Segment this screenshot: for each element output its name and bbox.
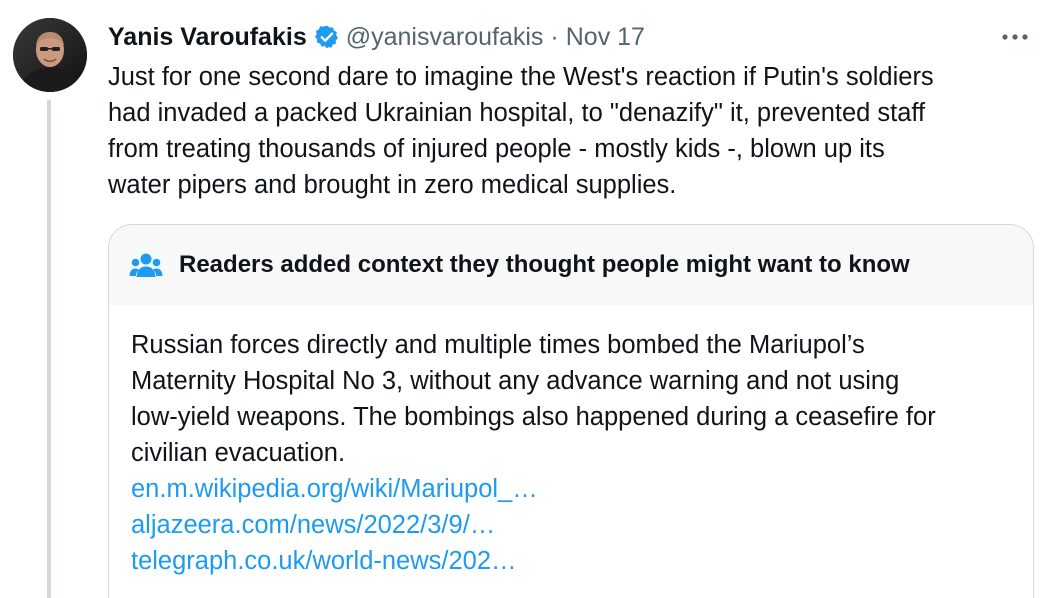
tweet-text-line: had invaded a packed Ukrainian hospital,…: [108, 99, 926, 127]
note-text-line: civilian evacuation.: [131, 439, 346, 467]
people-icon: [129, 250, 163, 280]
author-handle[interactable]: @yanisvaroufakis: [346, 23, 544, 52]
source-link-wikipedia[interactable]: en.m.wikipedia.org/wiki/Mariupol_…: [131, 471, 1033, 507]
note-text-line: Maternity Hospital No 3, without any adv…: [131, 367, 900, 395]
tweet-text-line: from treating thousands of injured peopl…: [108, 135, 885, 163]
note-text-line: low-yield weapons. The bombings also hap…: [131, 403, 936, 431]
source-link-telegraph[interactable]: telegraph.co.uk/world-news/202…: [131, 543, 1033, 579]
tweet-date[interactable]: Nov 17: [566, 23, 645, 52]
tweet-page: Yanis Varoufakis @yanisvaroufakis · Nov …: [0, 0, 1048, 598]
author-name[interactable]: Yanis Varoufakis: [108, 23, 307, 52]
tweet-text-line: Just for one second dare to imagine the …: [108, 63, 934, 91]
source-link-aljazeera[interactable]: aljazeera.com/news/2022/3/9/…: [131, 507, 1033, 543]
community-note-title: Readers added context they thought peopl…: [179, 251, 910, 278]
community-note-card: Readers added context they thought peopl…: [108, 224, 1034, 598]
community-note-body: Russian forces directly and multiple tim…: [109, 305, 1033, 579]
tweet-header: Yanis Varoufakis @yanisvaroufakis · Nov …: [108, 20, 1032, 54]
avatar[interactable]: [13, 18, 87, 92]
separator-dot: ·: [550, 22, 559, 51]
more-options-icon[interactable]: [998, 22, 1032, 52]
community-note-header: Readers added context they thought peopl…: [109, 225, 1033, 305]
note-text-line: Russian forces directly and multiple tim…: [131, 331, 865, 359]
tweet-text-line: water pipers and brought in zero medical…: [108, 171, 677, 199]
verified-badge-icon: [314, 24, 340, 50]
thread-line: [47, 100, 51, 598]
tweet-text: Just for one second dare to imagine the …: [108, 59, 1028, 203]
